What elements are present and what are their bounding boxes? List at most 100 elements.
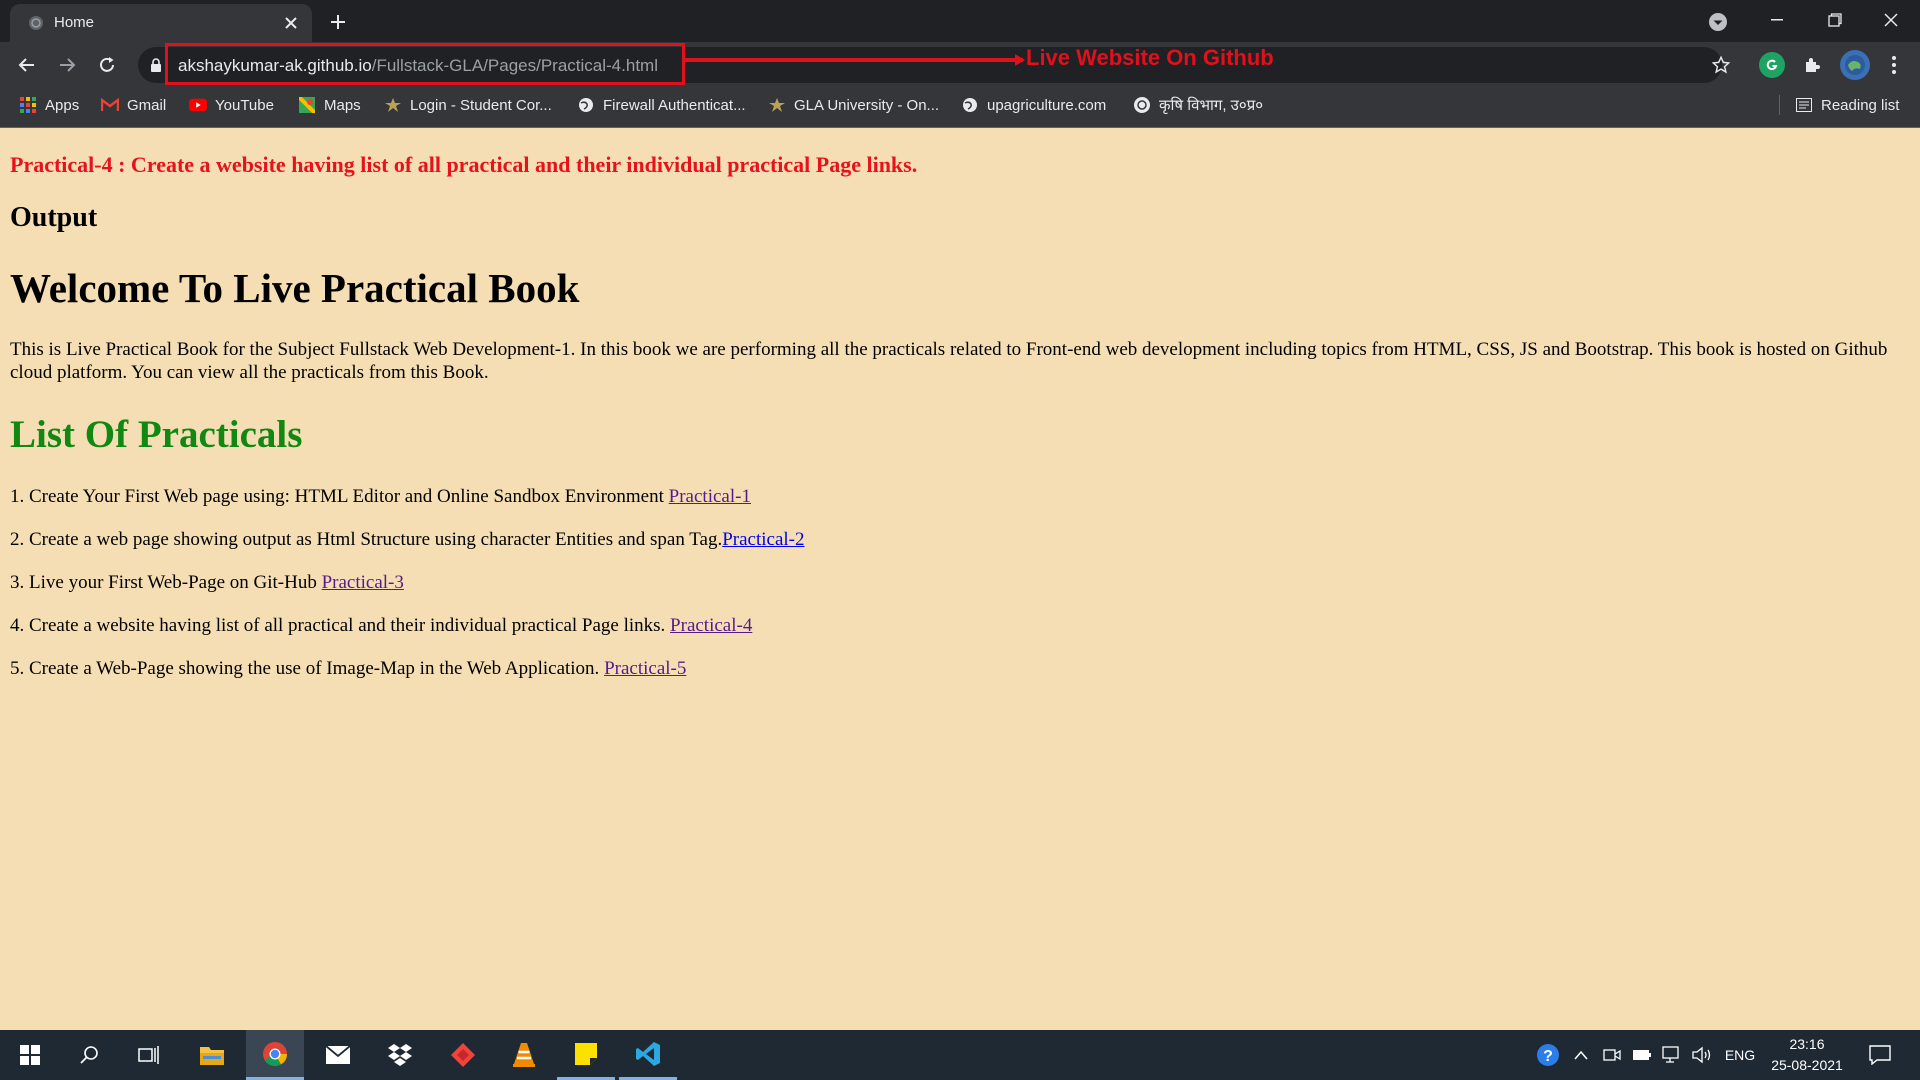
globe-icon	[577, 96, 595, 114]
anydesk-icon[interactable]	[434, 1030, 492, 1080]
chrome-taskbar-icon[interactable]	[246, 1030, 304, 1080]
reading-list-label: Reading list	[1821, 96, 1900, 114]
bookmark-label: Gmail	[127, 96, 167, 114]
task-view-icon[interactable]	[120, 1030, 178, 1080]
network-icon[interactable]	[1660, 1030, 1686, 1080]
practical-4-link[interactable]: Practical-4	[670, 615, 752, 636]
close-tab-icon[interactable]	[280, 12, 302, 34]
bookmark-youtube[interactable]: YouTube	[189, 88, 274, 122]
volume-icon[interactable]	[1690, 1030, 1716, 1080]
practical-description: 4. Create a website having list of all p…	[10, 615, 671, 636]
youtube-icon	[189, 96, 207, 114]
windows-taskbar: ? ENG 23:16 25-08-2021	[0, 1030, 1920, 1080]
chevron-up-icon[interactable]	[1570, 1030, 1592, 1080]
new-tab-button[interactable]	[324, 8, 352, 36]
browser-menu-icon[interactable]	[1884, 52, 1904, 78]
grammarly-extension-icon[interactable]	[1759, 52, 1785, 78]
emblem-icon	[768, 96, 786, 114]
list-heading: List Of Practicals	[10, 413, 303, 456]
minimize-icon[interactable]	[1748, 0, 1806, 40]
reading-list-button[interactable]: Reading list	[1795, 88, 1899, 122]
search-icon[interactable]	[60, 1030, 118, 1080]
restore-icon[interactable]	[1806, 0, 1864, 40]
practical-list: 1. Create Your First Web page using: HTM…	[10, 486, 805, 701]
emblem-icon	[384, 96, 402, 114]
system-clock[interactable]: 23:16 25-08-2021	[1762, 1034, 1852, 1076]
help-icon[interactable]: ?	[1532, 1030, 1564, 1080]
mail-icon[interactable]	[309, 1030, 367, 1080]
bookmark-upagriculture[interactable]: upagriculture.com	[961, 88, 1106, 122]
battery-icon[interactable]	[1630, 1030, 1654, 1080]
vscode-icon[interactable]	[619, 1030, 677, 1080]
clock-date: 25-08-2021	[1771, 1057, 1843, 1073]
practical-5-link[interactable]: Practical-5	[604, 658, 686, 679]
lock-icon[interactable]	[150, 58, 162, 72]
window-close-icon[interactable]	[1862, 0, 1920, 40]
bookmarks-bar: Apps Gmail YouTube Maps Login - Student …	[0, 88, 1920, 128]
bookmark-label: Login - Student Cor...	[410, 96, 552, 114]
meet-now-icon[interactable]	[1600, 1030, 1624, 1080]
web-page-content: Practical-4 : Create a website having li…	[0, 128, 1920, 1030]
browser-tab-strip: Home	[0, 0, 1920, 42]
apps-grid-icon	[19, 96, 37, 114]
output-heading: Output	[10, 202, 98, 233]
welcome-heading: Welcome To Live Practical Book	[10, 265, 580, 311]
bookmark-gla-university[interactable]: GLA University - On...	[768, 88, 939, 122]
list-item: 1. Create Your First Web page using: HTM…	[10, 486, 805, 529]
bookmark-student-login[interactable]: Login - Student Cor...	[384, 88, 552, 122]
start-button[interactable]	[1, 1030, 59, 1080]
practical-3-link[interactable]: Practical-3	[322, 572, 404, 593]
bookmark-label: GLA University - On...	[794, 96, 940, 114]
bookmark-label: Apps	[45, 96, 80, 114]
bookmark-label: upagriculture.com	[987, 96, 1107, 114]
clock-time: 23:16	[1789, 1036, 1825, 1052]
sticky-notes-icon[interactable]	[557, 1030, 615, 1080]
globe-icon	[961, 96, 979, 114]
dropbox-icon[interactable]	[371, 1030, 429, 1080]
reading-list-icon	[1795, 96, 1813, 114]
list-item: 4. Create a website having list of all p…	[10, 615, 805, 658]
bookmark-maps[interactable]: Maps	[298, 88, 361, 122]
bookmark-apps[interactable]: Apps	[19, 88, 79, 122]
gmail-icon	[101, 96, 119, 114]
bookmark-star-icon[interactable]	[1712, 56, 1730, 74]
browser-tab[interactable]: Home	[10, 4, 312, 42]
file-explorer-icon[interactable]	[183, 1030, 241, 1080]
practical-description: 1. Create Your First Web page using: HTM…	[10, 486, 669, 507]
notifications-icon[interactable]	[1862, 1030, 1898, 1080]
bookmark-label: YouTube	[215, 96, 274, 114]
vlc-icon[interactable]	[495, 1030, 553, 1080]
back-arrow-icon[interactable]	[12, 50, 42, 80]
practical-description: 5. Create a Web-Page showing the use of …	[10, 658, 605, 679]
forward-arrow-icon[interactable]	[52, 50, 82, 80]
extensions-puzzle-icon[interactable]	[1799, 52, 1825, 78]
list-item: 3. Live your First Web-Page on Git-Hub P…	[10, 572, 805, 615]
practical-1-link[interactable]: Practical-1	[669, 486, 751, 507]
intro-paragraph: This is Live Practical Book for the Subj…	[10, 339, 1888, 383]
list-item: 2. Create a web page showing output as H…	[10, 529, 805, 572]
seal-icon	[1133, 96, 1151, 114]
practical-description: 3. Live your First Web-Page on Git-Hub	[10, 572, 322, 593]
bookmark-divider	[1779, 95, 1780, 115]
windows-logo-icon	[20, 1045, 40, 1065]
globe-icon	[29, 16, 43, 30]
bookmark-label: Firewall Authenticat...	[603, 96, 746, 114]
bookmark-label: Maps	[324, 96, 361, 114]
reload-icon[interactable]	[92, 50, 122, 80]
profile-avatar[interactable]	[1840, 50, 1870, 80]
annotation-arrow-line	[685, 58, 1023, 62]
bookmark-firewall[interactable]: Firewall Authenticat...	[577, 88, 746, 122]
list-item: 5. Create a Web-Page showing the use of …	[10, 658, 805, 701]
annotation-arrow-head	[1015, 54, 1025, 66]
input-language[interactable]: ENG	[1722, 1030, 1758, 1080]
tab-search-icon[interactable]	[1706, 10, 1730, 34]
practical-2-link[interactable]: Practical-2	[722, 529, 804, 550]
url-highlight-box	[165, 43, 685, 85]
svg-text:?: ?	[1543, 1048, 1553, 1065]
bookmark-gmail[interactable]: Gmail	[101, 88, 166, 122]
bookmark-label: कृषि विभाग, उ०प्र०	[1159, 97, 1264, 114]
annotation-label: Live Website On Github	[1026, 45, 1274, 70]
bookmark-krishi-vibhag[interactable]: कृषि विभाग, उ०प्र०	[1133, 88, 1263, 122]
maps-icon	[298, 96, 316, 114]
practical-title: Practical-4 : Create a website having li…	[10, 152, 918, 177]
